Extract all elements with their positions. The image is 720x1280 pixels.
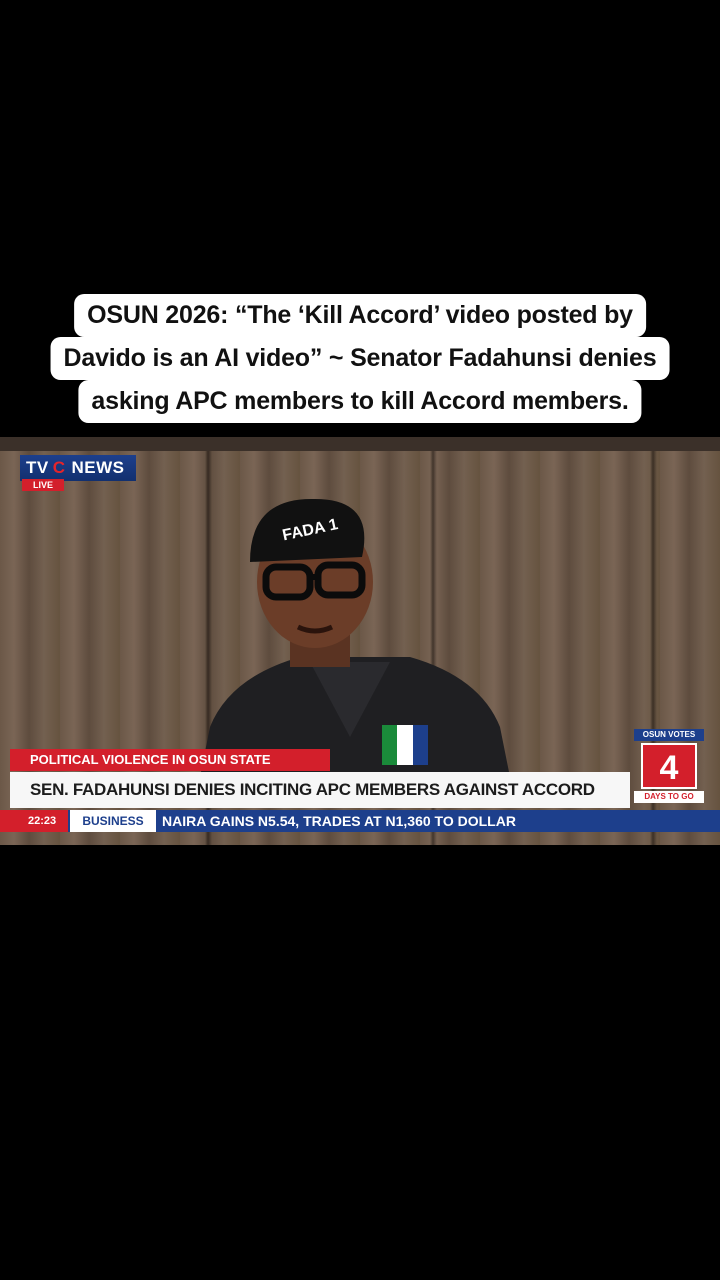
tvc-news-logo: TV C NEWS <box>20 455 136 481</box>
countdown-subtitle: DAYS TO GO <box>634 791 704 803</box>
logo-c: C <box>52 458 66 477</box>
strap-headline: SEN. FADAHUNSI DENIES INCITING APC MEMBE… <box>10 772 630 835</box>
live-badge: LIVE <box>22 479 64 491</box>
speaker-figure: FADA 1 <box>200 498 510 777</box>
osun-votes-countdown: OSUN VOTES 4 DAYS TO GO <box>634 729 704 809</box>
countdown-number: 4 <box>641 743 697 789</box>
caption-line-2: Davido is an AI video” ~ Senator Fadahun… <box>50 337 670 380</box>
caption-line-3: asking APC members to kill Accord member… <box>78 380 642 423</box>
caption-line-1: OSUN 2026: “The ‘Kill Accord’ video post… <box>74 294 646 337</box>
countdown-label: OSUN VOTES <box>634 729 704 741</box>
ticker-segment: BUSINESS <box>70 810 156 832</box>
logo-tv: TV <box>26 458 49 477</box>
wall-top-trim <box>0 437 720 451</box>
strap-topic: POLITICAL VIOLENCE IN OSUN STATE <box>10 749 330 771</box>
video-frame[interactable]: FADA 1 TV C NEWS LIVE POLITICAL VIOLENCE… <box>0 437 720 845</box>
caption-overlay: OSUN 2026: “The ‘Kill Accord’ video post… <box>0 290 720 436</box>
logo-news: NEWS <box>71 458 125 477</box>
ticker-clock: 22:23 <box>0 810 68 832</box>
ticker-text: NAIRA GAINS N5.54, TRADES AT N1,360 TO D… <box>162 813 516 829</box>
